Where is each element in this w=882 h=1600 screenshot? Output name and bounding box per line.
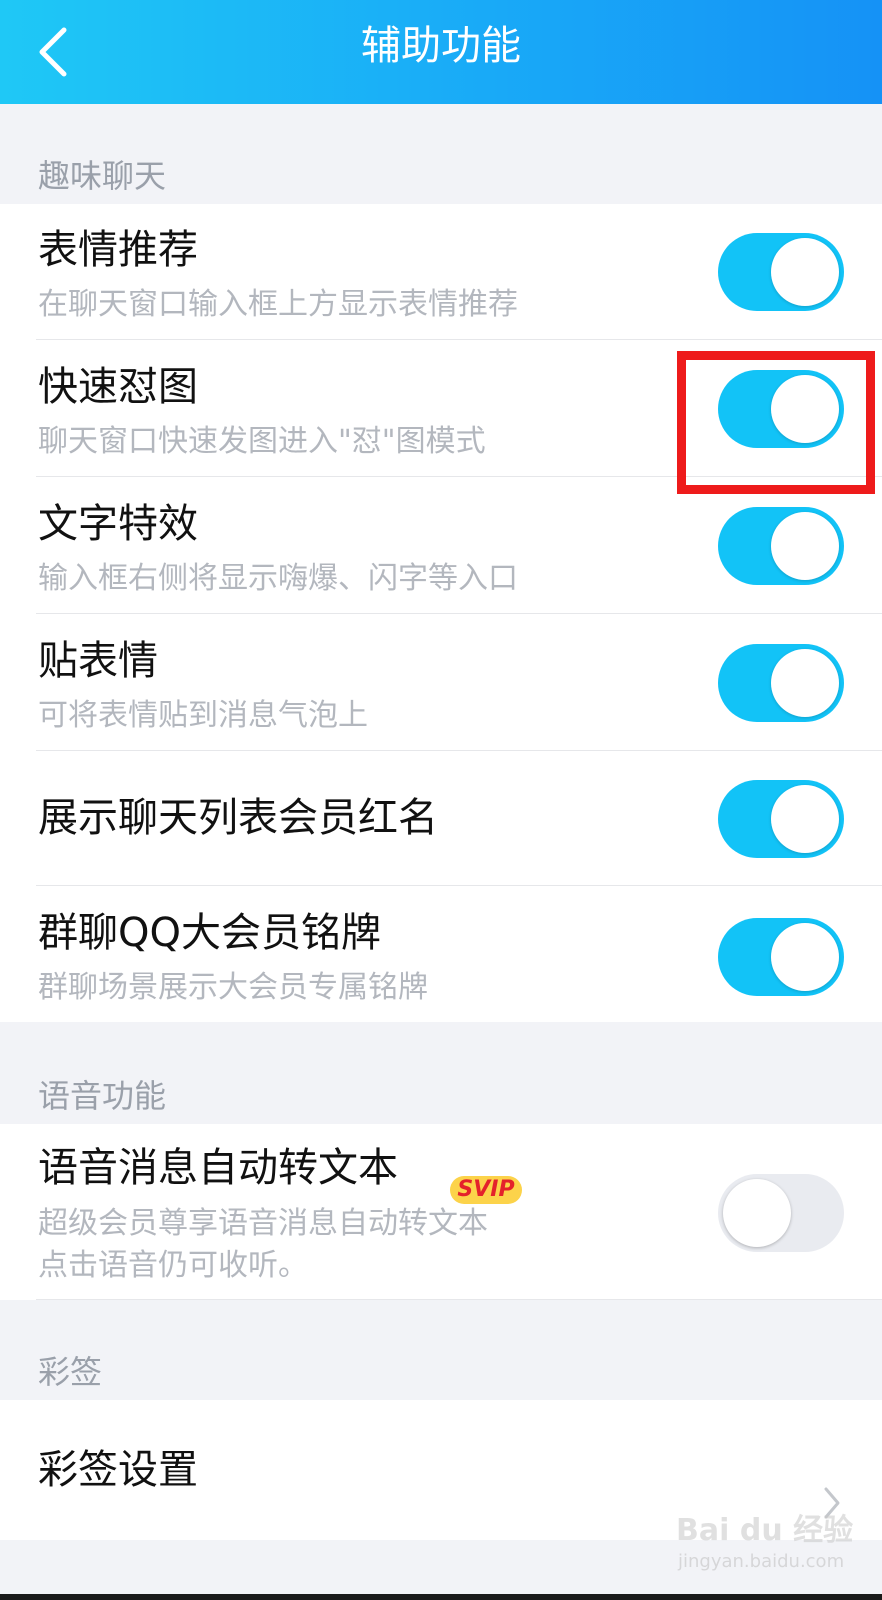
- setting-subtitle: 输入框右侧将显示嗨爆、闪字等入口: [38, 561, 518, 596]
- setting-title: 群聊QQ大会员铭牌: [38, 910, 381, 956]
- vip-red-name-toggle[interactable]: [718, 780, 844, 858]
- setting-row-voice-to-text: 语音消息自动转文本 超级会员尊享语音消息自动转文本 点击语音仍可收听。: [0, 1124, 882, 1300]
- toggle-knob: [771, 923, 839, 991]
- setting-subtitle: 可将表情贴到消息气泡上: [38, 698, 368, 733]
- setting-title: 展示聊天列表会员红名: [38, 795, 438, 841]
- setting-row-vip-red-name: 展示聊天列表会员红名: [0, 751, 882, 886]
- setting-title: 语音消息自动转文本: [38, 1145, 398, 1191]
- setting-row-sticker: 贴表情 可将表情贴到消息气泡上: [0, 614, 882, 751]
- toggle-knob: [771, 375, 839, 443]
- setting-title: 彩签设置: [38, 1447, 198, 1493]
- setting-title: 文字特效: [38, 501, 198, 547]
- watermark-url: jingyan.baidu.com: [678, 1551, 845, 1572]
- setting-row-text-effects: 文字特效 输入框右侧将显示嗨爆、闪字等入口: [0, 477, 882, 614]
- setting-row-quick-image: 快速怼图 聊天窗口快速发图进入"怼"图模式: [0, 340, 882, 477]
- section-header-caiqian: 彩签: [38, 1353, 103, 1391]
- text-effects-toggle[interactable]: [718, 507, 844, 585]
- watermark-brand: Bai du 经验: [676, 1513, 854, 1548]
- setting-subtitle: 群聊场景展示大会员专属铭牌: [38, 970, 428, 1005]
- setting-title: 快速怼图: [38, 364, 198, 410]
- toggle-knob: [771, 649, 839, 717]
- emoji-recommend-toggle[interactable]: [718, 233, 844, 311]
- setting-title: 表情推荐: [38, 227, 198, 273]
- toggle-knob: [771, 785, 839, 853]
- quick-image-toggle[interactable]: [718, 370, 844, 448]
- sticker-toggle[interactable]: [718, 644, 844, 722]
- toggle-knob: [771, 238, 839, 306]
- fun-chat-settings-card: 表情推荐 在聊天窗口输入框上方显示表情推荐 快速怼图 聊天窗口快速发图进入"怼"…: [0, 204, 882, 1022]
- group-vip-badge-toggle[interactable]: [718, 918, 844, 996]
- divider: [36, 1299, 882, 1300]
- setting-subtitle-line1: 超级会员尊享语音消息自动转文本: [38, 1206, 488, 1241]
- setting-subtitle: 聊天窗口快速发图进入"怼"图模式: [38, 424, 486, 459]
- setting-subtitle-line2: 点击语音仍可收听。: [38, 1248, 308, 1283]
- section-header-voice: 语音功能: [38, 1077, 167, 1115]
- section-header-fun-chat: 趣味聊天: [38, 157, 167, 195]
- setting-row-group-vip-badge: 群聊QQ大会员铭牌 群聊场景展示大会员专属铭牌: [0, 886, 882, 1022]
- svip-badge: SVIP: [450, 1176, 522, 1204]
- baidu-watermark: Bai du 经验 jingyan.baidu.com: [676, 1505, 876, 1581]
- voice-to-text-toggle[interactable]: [718, 1174, 844, 1252]
- toggle-knob: [771, 512, 839, 580]
- setting-title: 贴表情: [38, 638, 158, 684]
- setting-row-emoji-recommend: 表情推荐 在聊天窗口输入框上方显示表情推荐: [0, 204, 882, 340]
- bottom-edge: [0, 1594, 882, 1600]
- voice-settings-card: 语音消息自动转文本 超级会员尊享语音消息自动转文本 点击语音仍可收听。: [0, 1124, 882, 1300]
- page-title: 辅助功能: [361, 23, 521, 69]
- setting-subtitle: 在聊天窗口输入框上方显示表情推荐: [38, 287, 518, 322]
- toggle-knob: [723, 1179, 791, 1247]
- title-bar: 辅助功能: [0, 0, 882, 104]
